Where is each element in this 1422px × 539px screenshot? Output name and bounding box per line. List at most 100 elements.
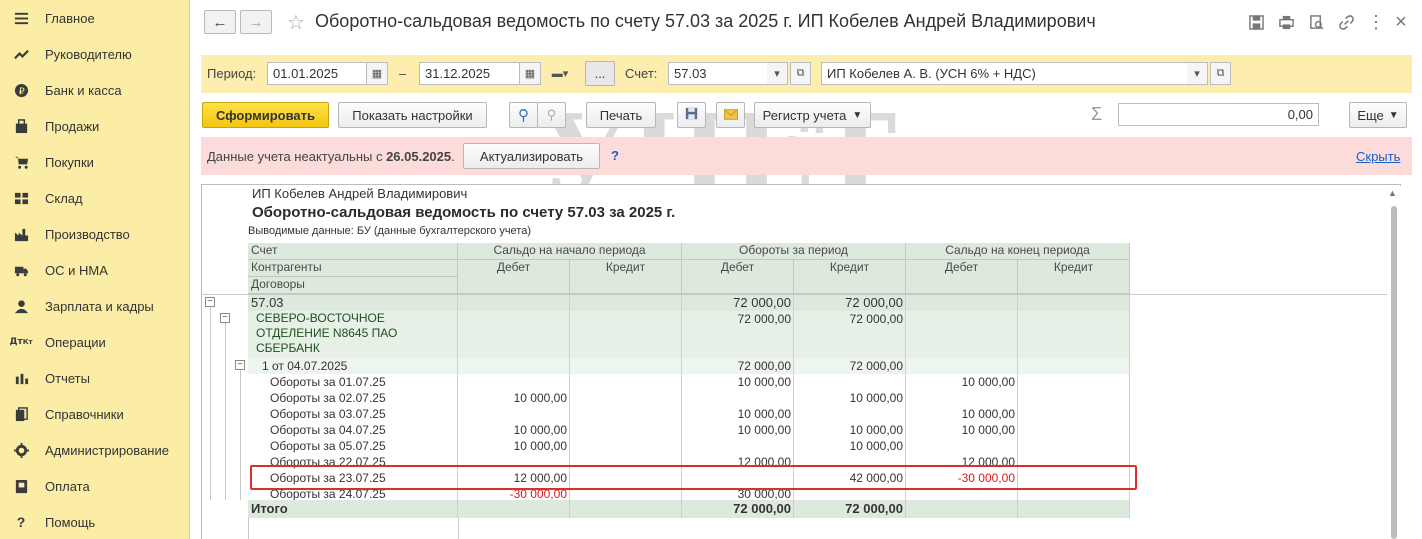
sidebar-item-bank[interactable]: ₽ Банк и касса: [0, 73, 190, 107]
update-button[interactable]: Актуализировать: [463, 143, 600, 169]
sidebar-item-fixed-assets[interactable]: ОС и НМА: [0, 253, 190, 287]
org-dropdown-button[interactable]: ▾: [1187, 62, 1208, 85]
sidebar-item-main[interactable]: Главное: [0, 1, 190, 35]
collapse-contract-icon[interactable]: −: [235, 360, 245, 370]
sidebar-item-purchases[interactable]: Покупки: [0, 145, 190, 179]
params-panel: Период: 01.01.2025 ▦ – 31.12.2025 ▦ ▬▾ .…: [201, 55, 1412, 93]
hide-link[interactable]: Скрыть: [1356, 149, 1400, 164]
table-cell: 10 000,00: [458, 438, 570, 454]
register-dropdown[interactable]: Регистр учета ▼: [754, 102, 871, 128]
total-row[interactable]: Итого 72 000,00 72 000,00: [248, 500, 1130, 518]
organization-field[interactable]: ИП Кобелев А. В. (УСН 6% + НДС): [821, 62, 1188, 85]
sidebar-item-sales[interactable]: Продажи: [0, 109, 190, 143]
sidebar-item-directories[interactable]: Справочники: [0, 397, 190, 431]
sidebar-item-warehouse[interactable]: Склад: [0, 181, 190, 215]
table-cell: [906, 390, 1018, 406]
open-icon: ⧉: [796, 67, 805, 79]
table-cell: [458, 374, 570, 390]
account-dropdown-button[interactable]: ▾: [767, 62, 788, 85]
table-row[interactable]: Обороты за 03.07.25 10 000,00 10 000,00: [248, 406, 1130, 422]
calendar-from-button[interactable]: ▦: [366, 62, 388, 85]
save-icon[interactable]: [1247, 13, 1265, 31]
search-clear-button[interactable]: ⚲: [537, 102, 566, 128]
scroll-up-icon[interactable]: ▲: [1388, 188, 1397, 198]
print-button[interactable]: Печать: [586, 102, 656, 128]
table-cell: [570, 374, 682, 390]
table-row[interactable]: Обороты за 05.07.25 10 000,00 10 000,00: [248, 438, 1130, 454]
email-button[interactable]: [716, 102, 745, 128]
payment-icon: [11, 477, 31, 495]
sidebar-item-label: Администрирование: [45, 442, 169, 458]
table-cell: 10 000,00: [458, 390, 570, 406]
back-button[interactable]: ←: [204, 10, 236, 34]
save-button[interactable]: [677, 102, 706, 128]
chevron-down-icon: ▼: [852, 109, 863, 121]
sum-field[interactable]: 0,00: [1118, 103, 1319, 126]
tree-line: [240, 370, 241, 500]
envelope-icon: [723, 108, 738, 123]
generate-button[interactable]: Сформировать: [202, 102, 329, 128]
link-icon[interactable]: [1337, 13, 1355, 31]
sidebar-item-production[interactable]: Производство: [0, 217, 190, 251]
table-cell: [458, 358, 570, 374]
table-cell: [906, 500, 1018, 518]
table-row[interactable]: Обороты за 02.07.25 10 000,00 10 000,00: [248, 390, 1130, 406]
org-open-button[interactable]: ⧉: [1210, 62, 1231, 85]
more-label: Еще: [1357, 107, 1384, 123]
table-row[interactable]: 1 от 04.07.2025 72 000,00 72 000,00: [248, 358, 1130, 374]
more-button[interactable]: Еще ▼: [1349, 102, 1407, 128]
scrollbar-thumb[interactable]: [1391, 206, 1397, 539]
sidebar-item-label: Помощь: [45, 514, 96, 530]
ruble-icon: ₽: [11, 81, 31, 99]
close-icon[interactable]: ×: [1392, 11, 1410, 33]
table-row[interactable]: Обороты за 04.07.25 10 000,00 10 000,00 …: [248, 422, 1130, 438]
favorite-star-icon[interactable]: ☆: [287, 10, 305, 35]
table-row[interactable]: 57.03 72 000,00 72 000,00: [248, 295, 1130, 311]
bar-chart-icon: [11, 369, 31, 387]
table-cell: 10 000,00: [682, 374, 794, 390]
sidebar-item-manager[interactable]: Руководителю: [0, 37, 190, 71]
sidebar-item-help[interactable]: ? Помощь: [0, 505, 190, 539]
alert-text-prefix: Данные учета неактуальны с: [207, 149, 387, 164]
arrow-left-icon: ←: [212, 13, 228, 31]
period-select-button[interactable]: ...: [585, 61, 615, 86]
show-settings-button[interactable]: Показать настройки: [338, 102, 487, 128]
search-button[interactable]: ⚲: [509, 102, 538, 128]
sidebar-item-label: Продажи: [45, 118, 100, 134]
sidebar-item-reports[interactable]: Отчеты: [0, 361, 190, 395]
sidebar-item-operations[interactable]: Дт Кт Операции: [0, 325, 190, 359]
account-open-button[interactable]: ⧉: [790, 62, 811, 85]
collapse-account-icon[interactable]: −: [205, 297, 215, 307]
table-cell: [682, 438, 794, 454]
chevron-down-icon: ▾: [774, 68, 780, 80]
table-cell: 10 000,00: [682, 422, 794, 438]
forward-button[interactable]: →: [240, 10, 272, 34]
account-field[interactable]: 57.03: [668, 62, 768, 85]
collapse-counterparty-icon[interactable]: −: [220, 313, 230, 323]
more-vertical-icon[interactable]: ⋮: [1367, 12, 1385, 32]
table-row[interactable]: СЕВЕРО-ВОСТОЧНОЕ ОТДЕЛЕНИЕ N8645 ПАО СБЕРБ…: [248, 311, 1130, 358]
date-from-field[interactable]: 01.01.2025: [267, 62, 367, 85]
date-to-field[interactable]: 31.12.2025: [419, 62, 520, 85]
person-icon: [11, 297, 31, 315]
help-icon[interactable]: ?: [611, 148, 619, 163]
table-cell: [906, 358, 1018, 374]
preview-icon[interactable]: [1307, 13, 1325, 31]
sidebar-item-salary[interactable]: Зарплата и кадры: [0, 289, 190, 323]
period-type-button[interactable]: ▬▾: [545, 62, 575, 85]
calendar-to-button[interactable]: ▦: [519, 62, 541, 85]
header-counterparty: Контрагенты: [248, 260, 458, 277]
table-cell: [570, 438, 682, 454]
table-cell: 72 000,00: [794, 358, 906, 374]
table-row[interactable]: Обороты за 01.07.25 10 000,00 10 000,00: [248, 374, 1130, 390]
table-cell: [458, 406, 570, 422]
sidebar-item-admin[interactable]: Администрирование: [0, 433, 190, 467]
table-cell: Итого: [248, 500, 458, 518]
table-cell: 72 000,00: [794, 295, 906, 311]
header-opening-debit: Дебет: [458, 260, 570, 294]
table-cell: [570, 295, 682, 311]
print-icon[interactable]: [1277, 13, 1295, 31]
table-cell: Обороты за 03.07.25: [248, 406, 458, 422]
sidebar-item-payment[interactable]: Оплата: [0, 469, 190, 503]
table-cell: [794, 374, 906, 390]
